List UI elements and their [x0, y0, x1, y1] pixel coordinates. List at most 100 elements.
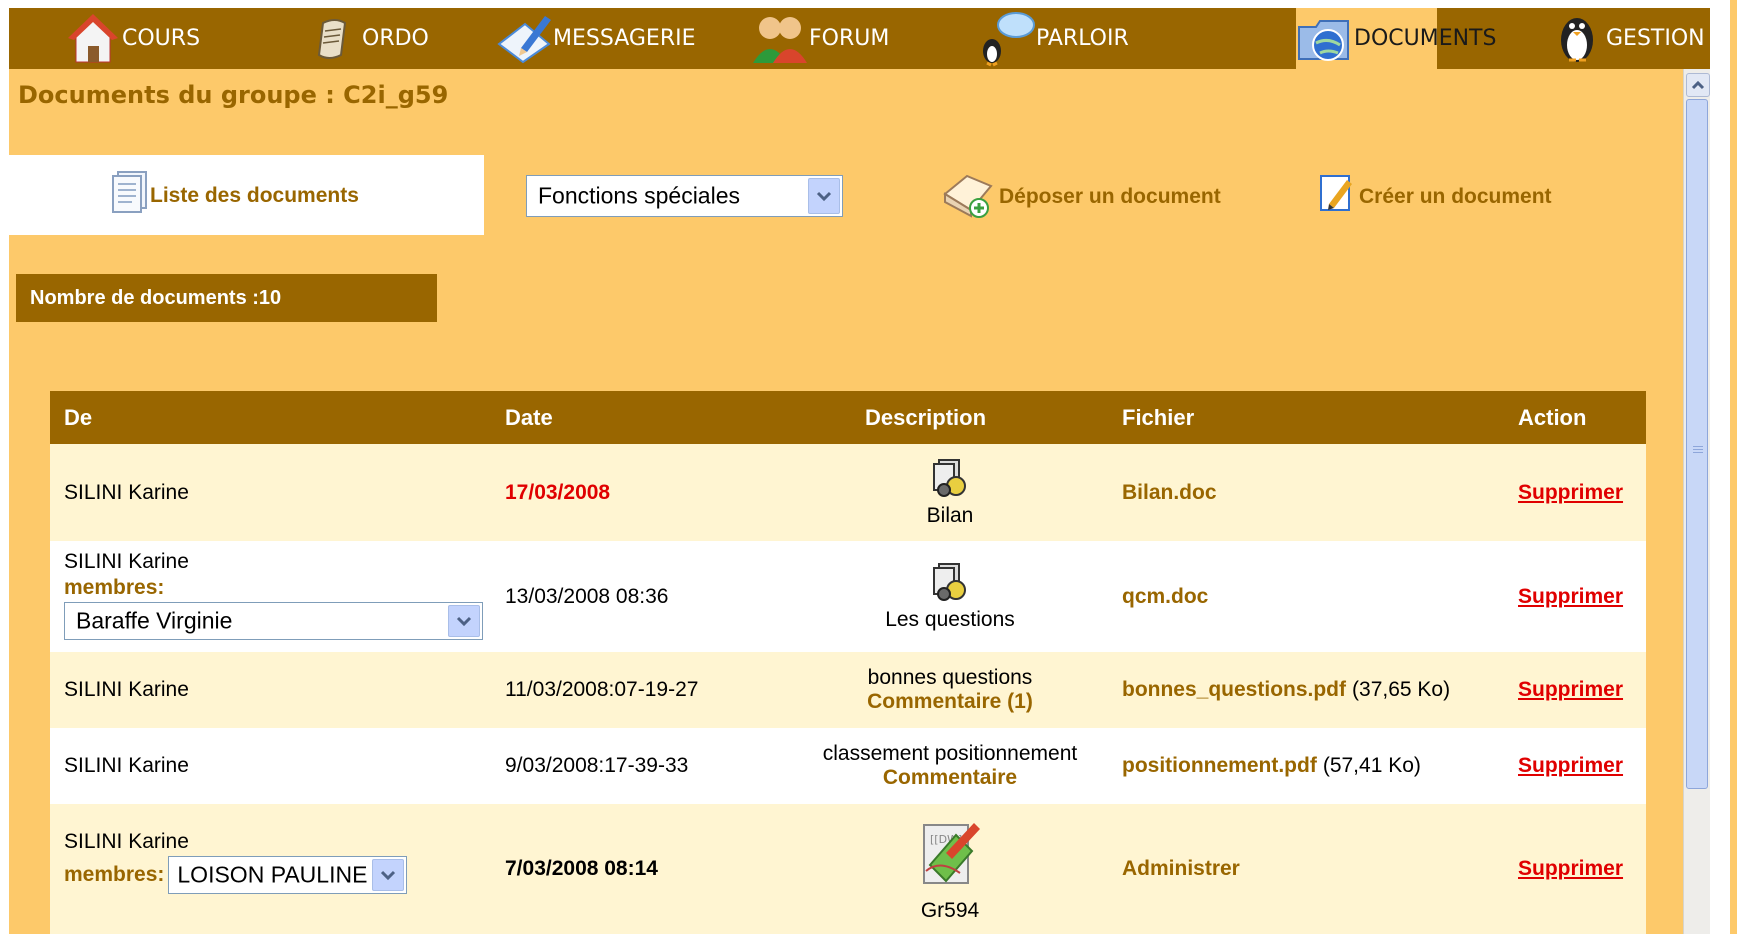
header-date: Date: [505, 404, 553, 430]
header-file: Fichier: [1122, 404, 1195, 430]
date-cell: 7/03/2008 08:14: [505, 857, 658, 880]
table-header: De Date Description Fichier Action: [50, 391, 1646, 444]
date-cell: 9/03/2008:17-39-33: [505, 754, 689, 777]
delete-link[interactable]: Supprimer: [1518, 652, 1623, 728]
file-link[interactable]: bonnes_questions.pdf: [1122, 678, 1346, 702]
table-row: SILINI Karine 11/03/2008:07-19-27 bonnes…: [50, 652, 1646, 728]
pencil-paper-icon: [495, 10, 553, 68]
date-cell: 17/03/2008: [505, 480, 611, 504]
main-content: Documents du groupe : C2i_g59 Liste des …: [9, 69, 1684, 934]
penguin-icon: [1548, 10, 1606, 68]
tab-gestion[interactable]: GESTION: [1548, 8, 1705, 69]
tab-ordo[interactable]: ORDO: [304, 8, 429, 69]
special-functions-select[interactable]: Fonctions spéciales: [526, 175, 843, 217]
members-label: membres:: [64, 576, 165, 599]
delete-link[interactable]: Supprimer: [1518, 804, 1623, 934]
documents-table: De Date Description Fichier Action SILIN…: [50, 391, 1646, 934]
envelope-add-icon: [941, 166, 999, 228]
member-select-value: LOISON PAULINE: [177, 861, 368, 888]
chevron-down-icon[interactable]: [372, 859, 405, 891]
description-cell: [[DW]] Gr594: [870, 804, 1030, 934]
chevron-down-icon[interactable]: [808, 178, 840, 214]
table-row: SILINI Karine membres: LOISON PAULINE 7/…: [50, 804, 1646, 934]
description-cell: bonnes questions Commentaire (1): [790, 652, 1110, 728]
date-cell: 13/03/2008 08:36: [505, 584, 669, 608]
documents-list-icon: [108, 170, 150, 222]
document-count-label: Nombre de documents :10: [30, 286, 282, 309]
file-link[interactable]: positionnement.pdf: [1122, 754, 1317, 778]
tab-documents[interactable]: DOCUMENTS: [1296, 8, 1496, 69]
delete-link[interactable]: Supprimer: [1518, 444, 1623, 541]
top-navigation-bar: COURS ORDO MESSAGERIE FORUM PARLOIR DOCU…: [9, 8, 1710, 69]
comment-link[interactable]: Commentaire: [883, 766, 1017, 790]
from-cell: SILINI Karine: [64, 678, 189, 701]
create-document-label: Créer un document: [1359, 185, 1552, 208]
tab-parloir[interactable]: PARLOIR: [978, 8, 1129, 69]
delete-link[interactable]: Supprimer: [1518, 541, 1623, 652]
table-row: SILINI Karine membres: Baraffe Virginie …: [50, 541, 1646, 652]
document-properties-icon[interactable]: [931, 458, 969, 504]
tab-label: GESTION: [1606, 26, 1705, 51]
members-label: membres:: [64, 863, 165, 886]
delete-link[interactable]: Supprimer: [1518, 728, 1623, 804]
members-row: membres: LOISON PAULINE: [64, 856, 408, 894]
header-from: De: [64, 404, 93, 430]
list-documents-label: Liste des documents: [150, 184, 359, 207]
document-properties-icon[interactable]: [931, 562, 969, 608]
chevron-up-icon: [1691, 80, 1705, 90]
page-title: Documents du groupe : C2i_g59: [18, 81, 449, 109]
from-cell: SILINI Karine membres: LOISON PAULINE: [64, 830, 408, 894]
tab-messagerie[interactable]: MESSAGERIE: [495, 8, 696, 69]
tab-label: FORUM: [809, 26, 890, 51]
scroll-icon: [304, 10, 362, 68]
from-cell: SILINI Karine membres: Baraffe Virginie: [64, 550, 483, 640]
description-cell: Les questions: [810, 541, 1090, 652]
speech-penguin-icon: [978, 10, 1036, 68]
file-size: (57,41 Ko): [1322, 754, 1421, 777]
description-text: Gr594: [920, 899, 980, 922]
member-select[interactable]: LOISON PAULINE: [168, 856, 408, 894]
date-cell: 11/03/2008:07-19-27: [505, 678, 699, 701]
from-cell: SILINI Karine: [64, 754, 189, 777]
member-select-value: Baraffe Virginie: [76, 607, 233, 634]
comment-link[interactable]: Commentaire (1): [867, 690, 1033, 714]
tab-forum[interactable]: FORUM: [751, 8, 889, 69]
description-cell: classement positionnement Commentaire: [790, 728, 1110, 804]
from-name: SILINI Karine: [64, 550, 189, 573]
scroll-thumb[interactable]: [1686, 99, 1708, 789]
from-cell: SILINI Karine: [64, 480, 189, 504]
description-text: bonnes questions: [867, 666, 1033, 689]
header-description: Description: [865, 404, 987, 430]
member-select[interactable]: Baraffe Virginie: [64, 602, 483, 640]
table-row: SILINI Karine 17/03/2008 Bilan Bilan.doc…: [50, 444, 1646, 541]
description-text: Bilan: [926, 503, 974, 527]
table-row: SILINI Karine 9/03/2008:17-39-33 classem…: [50, 728, 1646, 804]
folder-globe-icon: [1296, 10, 1354, 68]
select-value: Fonctions spéciales: [538, 182, 740, 209]
description-text: classement positionnement: [822, 742, 1078, 765]
from-name: SILINI Karine: [64, 830, 189, 853]
file-link[interactable]: Administrer: [1122, 804, 1240, 934]
chevron-down-icon[interactable]: [448, 605, 480, 637]
deposit-document-label: Déposer un document: [999, 185, 1221, 208]
scroll-up-button[interactable]: [1686, 73, 1710, 97]
scroll-grip-icon: [1693, 446, 1703, 455]
document-count: Nombre de documents :10: [16, 274, 437, 322]
tab-cours[interactable]: COURS: [64, 8, 200, 69]
file-link[interactable]: qcm.doc: [1122, 541, 1208, 652]
people-icon: [751, 10, 809, 68]
wiki-edit-icon[interactable]: [[DW]]: [916, 815, 984, 899]
tab-label: ORDO: [362, 26, 429, 51]
description-text: Les questions: [885, 607, 1015, 631]
file-size: (37,65 Ko): [1352, 678, 1451, 701]
create-document-link[interactable]: Créer un document: [1317, 172, 1552, 222]
header-action: Action: [1518, 404, 1587, 430]
list-documents-link[interactable]: Liste des documents: [108, 170, 359, 222]
edit-document-icon: [1317, 172, 1359, 222]
house-icon: [64, 10, 122, 68]
file-link[interactable]: Bilan.doc: [1122, 444, 1217, 541]
tab-label: MESSAGERIE: [553, 26, 696, 51]
file-cell: positionnement.pdf (57,41 Ko): [1122, 728, 1421, 804]
deposit-document-link[interactable]: Déposer un document: [941, 166, 1221, 228]
vertical-scrollbar[interactable]: [1683, 69, 1710, 934]
